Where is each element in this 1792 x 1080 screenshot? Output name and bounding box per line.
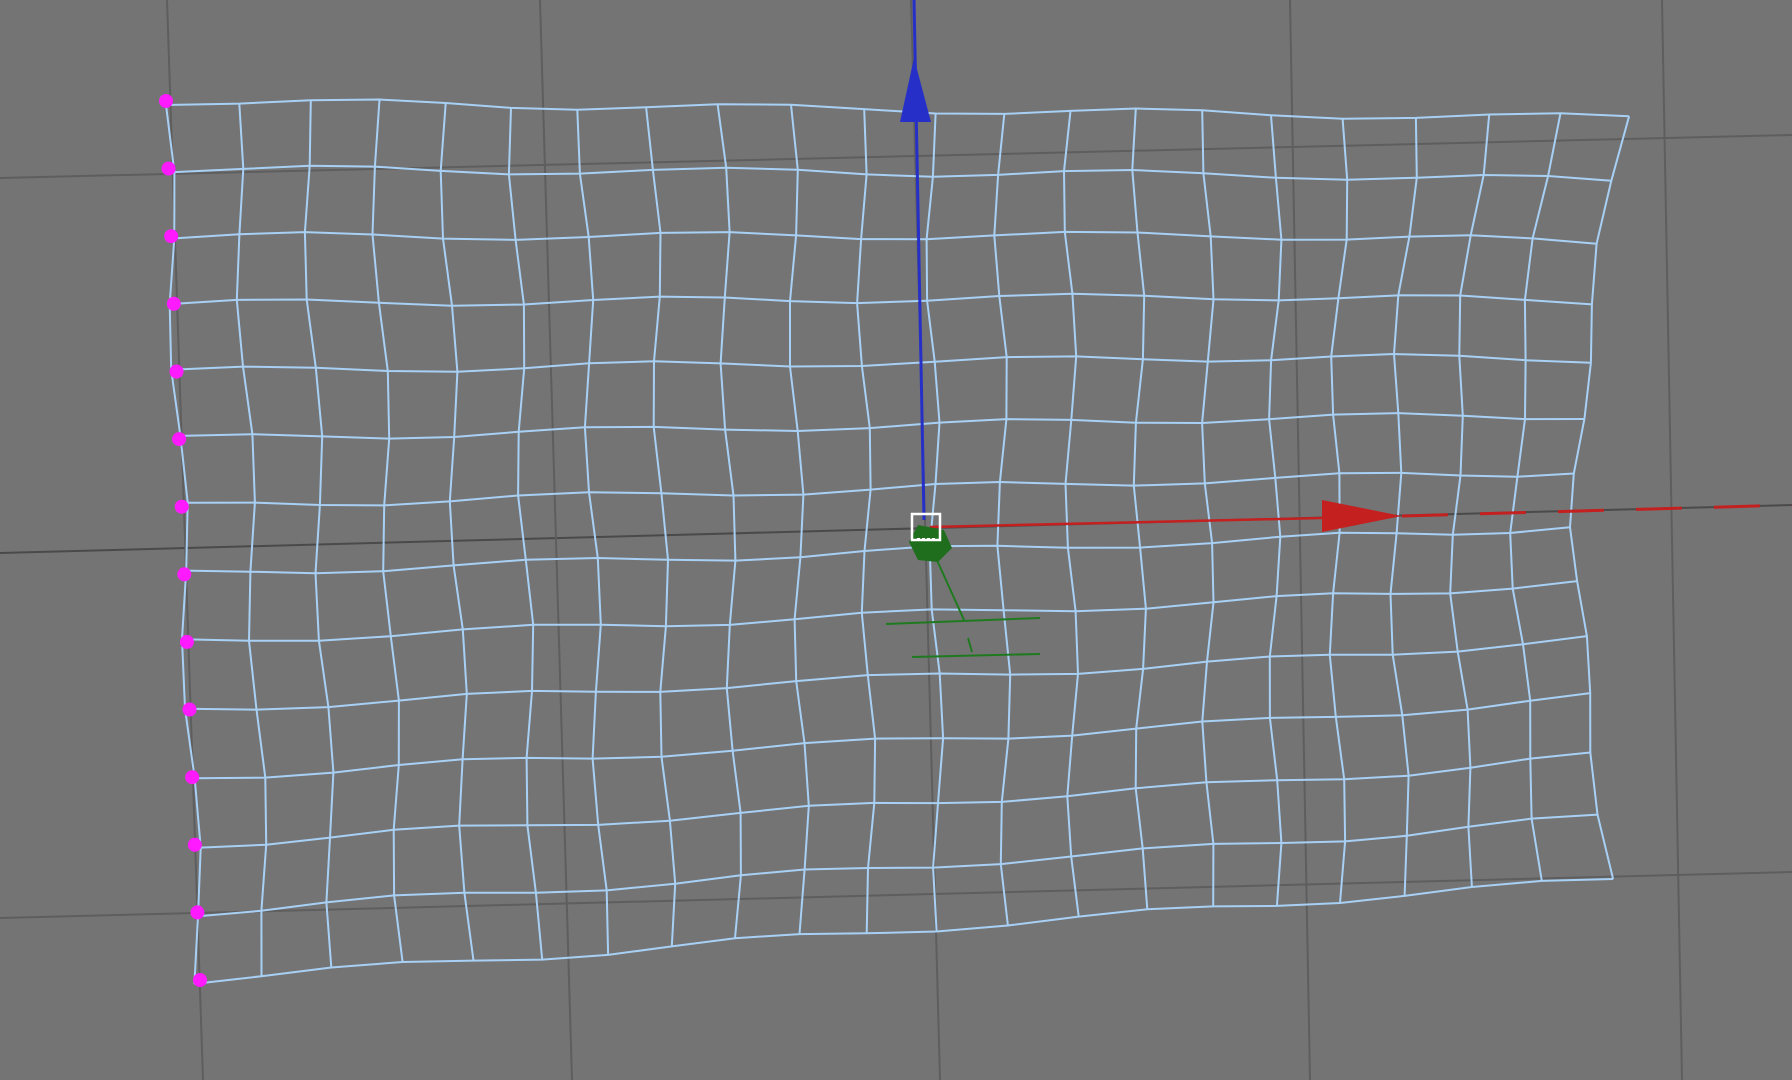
- mesh-edge-row: [169, 292, 1592, 307]
- mesh-edge-column: [1568, 115, 1631, 880]
- mesh-edge-row: [171, 352, 1591, 373]
- selected-vertex[interactable]: [185, 770, 200, 785]
- mesh-edge-column: [1509, 113, 1562, 882]
- mesh-edge-row: [194, 692, 1591, 780]
- mesh-edge-column: [1389, 117, 1418, 896]
- scene-grid-line: [0, 871, 1792, 919]
- mesh-edge-row: [174, 230, 1597, 245]
- selected-vertex[interactable]: [187, 837, 202, 852]
- mesh-edge-column: [1268, 115, 1283, 906]
- mesh-edge-row: [180, 412, 1585, 440]
- mesh-edge-column: [303, 100, 335, 968]
- selected-vertex[interactable]: [169, 364, 184, 379]
- mesh-edge-column: [1201, 110, 1215, 907]
- selected-vertex[interactable]: [179, 634, 194, 649]
- gizmo-x-axis[interactable]: [929, 516, 1323, 529]
- selected-vertex[interactable]: [164, 229, 179, 244]
- gizmo-x-arrow-cone[interactable]: [1322, 500, 1402, 532]
- mesh-edge-column: [1449, 114, 1491, 888]
- mesh-edge-column: [439, 102, 475, 961]
- mesh-edge-row: [186, 526, 1571, 575]
- selected-vertex[interactable]: [177, 567, 192, 582]
- viewport-canvas[interactable]: [0, 0, 1792, 1080]
- mesh-edge-column: [507, 107, 544, 960]
- mesh-edge-row: [200, 751, 1591, 849]
- selected-vertex[interactable]: [166, 296, 181, 311]
- scene-grid-line: [1289, 0, 1311, 1080]
- gizmo-z-arrow-cone[interactable]: [900, 58, 931, 122]
- selected-vertex[interactable]: [190, 905, 205, 920]
- scene-grid: [0, 0, 1792, 1080]
- gizmo-y-axis[interactable]: [885, 557, 1041, 658]
- mesh-edge-row: [174, 164, 1612, 182]
- mesh-edge-column: [789, 104, 810, 935]
- selected-vertex[interactable]: [174, 499, 189, 514]
- mesh-edge-row: [165, 98, 1630, 120]
- selected-vertex[interactable]: [172, 432, 187, 447]
- gizmo-pivot-icon[interactable]: [909, 525, 952, 562]
- 3d-viewport[interactable]: [0, 0, 1792, 1080]
- selected-vertex[interactable]: [161, 161, 176, 176]
- scene-grid-line: [0, 134, 1792, 179]
- move-gizmo[interactable]: [885, 0, 1792, 658]
- selected-vertex[interactable]: [193, 973, 207, 987]
- scene-grid-line: [539, 0, 573, 1080]
- selected-vertex[interactable]: [159, 94, 173, 108]
- mesh-edge-column: [856, 109, 877, 934]
- mesh-edge-row: [187, 471, 1574, 507]
- selected-vertex[interactable]: [182, 702, 197, 717]
- scene-grid-line: [1661, 0, 1683, 1080]
